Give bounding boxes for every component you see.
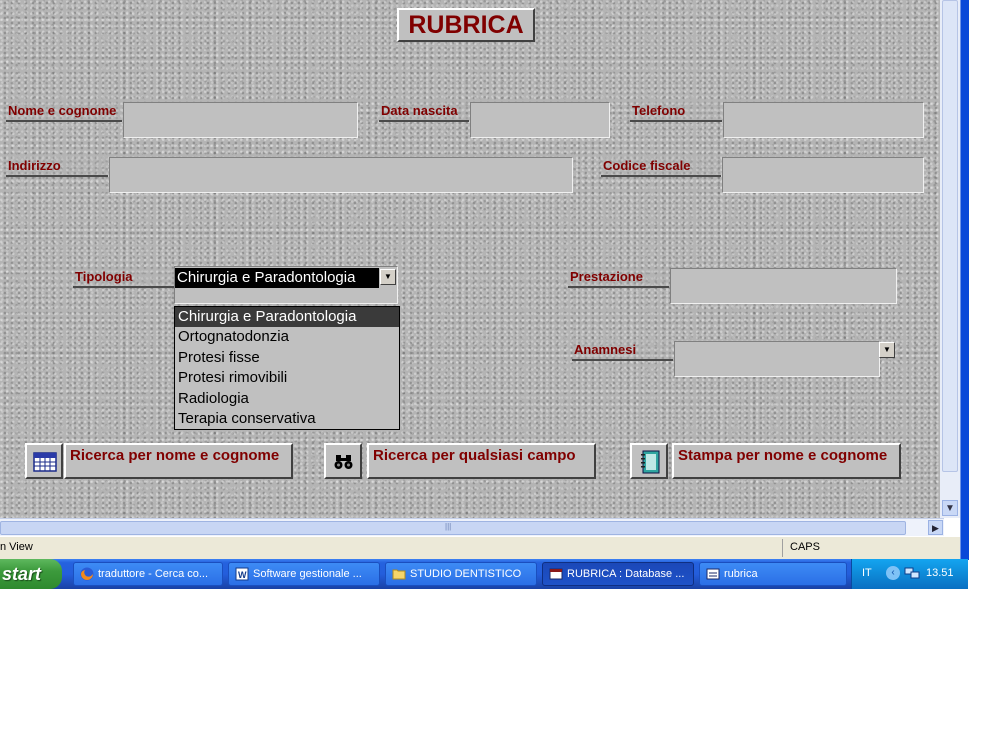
chevron-down-icon: ▼ [384,272,392,281]
form-area: RUBRICA Nome e cognome Data nascita Tele… [0,0,940,518]
taskbar-item-label: rubrica [724,568,758,580]
binoculars-icon [334,455,353,469]
taskbar-item-label: traduttore - Cerca co... [98,568,209,580]
vertical-scrollbar[interactable]: ▼ [940,0,960,518]
ricerca-qualsiasi-campo-button[interactable]: Ricerca per qualsiasi campo [367,443,596,479]
horizontal-scrollbar[interactable]: ||| ▶ [0,518,944,537]
language-indicator[interactable]: IT [862,567,872,579]
indirizzo-field[interactable] [109,157,573,193]
dropdown-option[interactable]: Protesi rimovibili [175,368,399,388]
taskbar-item-firefox[interactable]: traduttore - Cerca co... [73,562,223,586]
show-hidden-icons-icon[interactable]: ‹ [886,566,900,580]
firefox-icon [80,567,94,581]
calendar-button[interactable] [25,443,63,479]
tipologia-dropdown-list: Chirurgia e Paradontologia Ortognatodonz… [174,306,400,430]
codice-fiscale-field[interactable] [722,157,924,193]
network-icon[interactable] [904,566,920,580]
notebook-icon [641,450,660,474]
ricerca-nome-cognome-button[interactable]: Ricerca per nome e cognome [64,443,293,479]
label-codice-fiscale: Codice fiscale [601,157,721,177]
anamnesi-combo[interactable] [674,341,880,377]
status-view-text: n View [0,541,33,553]
vertical-scroll-thumb[interactable] [942,0,958,472]
stampa-nome-cognome-button[interactable]: Stampa per nome e cognome [672,443,901,479]
taskbar-item-label: STUDIO DENTISTICO [410,568,522,580]
dropdown-option[interactable]: Radiologia [175,389,399,409]
status-separator [782,539,783,557]
window-frame-right [960,0,969,560]
taskbar-item-word[interactable]: W Software gestionale ... [228,562,380,586]
form-title: RUBRICA [397,8,535,42]
start-button[interactable]: start [0,559,62,589]
dropdown-option[interactable]: Terapia conservativa [175,409,399,429]
print-icon-button[interactable] [630,443,668,479]
data-nascita-field[interactable] [470,102,610,138]
tipologia-selected-value[interactable]: Chirurgia e Paradontologia [175,268,379,288]
form-icon [706,568,720,580]
telefono-field[interactable] [723,102,924,138]
scroll-down-arrow-icon[interactable]: ▼ [942,500,958,516]
horizontal-scroll-thumb[interactable] [0,521,906,535]
folder-icon [392,569,406,580]
label-nome-cognome: Nome e cognome [6,102,122,122]
taskbar: start traduttore - Cerca co... W Softwar… [0,559,968,589]
calendar-icon [33,452,57,472]
taskbar-item-rubrica[interactable]: rubrica [699,562,847,586]
label-tipologia: Tipologia [73,268,175,288]
label-data-nascita: Data nascita [379,102,469,122]
label-telefono: Telefono [630,102,722,122]
anamnesi-dropdown-button[interactable]: ▼ [879,342,895,358]
dropdown-option[interactable]: Chirurgia e Paradontologia [175,307,399,328]
label-prestazione: Prestazione [568,268,669,288]
nome-cognome-field[interactable] [123,102,358,138]
find-button[interactable] [324,443,362,479]
label-anamnesi: Anamnesi [572,341,673,361]
label-indirizzo: Indirizzo [6,157,108,177]
taskbar-item-label: RUBRICA : Database ... [567,568,685,580]
status-bar: n View CAPS [0,536,960,559]
word-document-icon: W [235,567,249,581]
prestazione-field[interactable] [670,268,897,304]
scroll-grip-icon: ||| [445,522,452,531]
system-tray: IT ‹ 13.51 [851,559,968,589]
svg-text:W: W [238,570,247,580]
access-database-icon [549,568,563,580]
dropdown-option[interactable]: Ortognatodonzia [175,327,399,347]
caps-indicator: CAPS [790,541,820,553]
tipologia-dropdown-button[interactable]: ▼ [380,269,396,285]
scroll-right-arrow-icon[interactable]: ▶ [928,520,943,535]
taskbar-item-label: Software gestionale ... [253,568,362,580]
dropdown-option[interactable]: Protesi fisse [175,348,399,368]
chevron-down-icon: ▼ [883,345,891,354]
taskbar-item-access-database[interactable]: RUBRICA : Database ... [542,562,694,586]
taskbar-item-folder[interactable]: STUDIO DENTISTICO [385,562,537,586]
clock[interactable]: 13.51 [926,567,954,579]
